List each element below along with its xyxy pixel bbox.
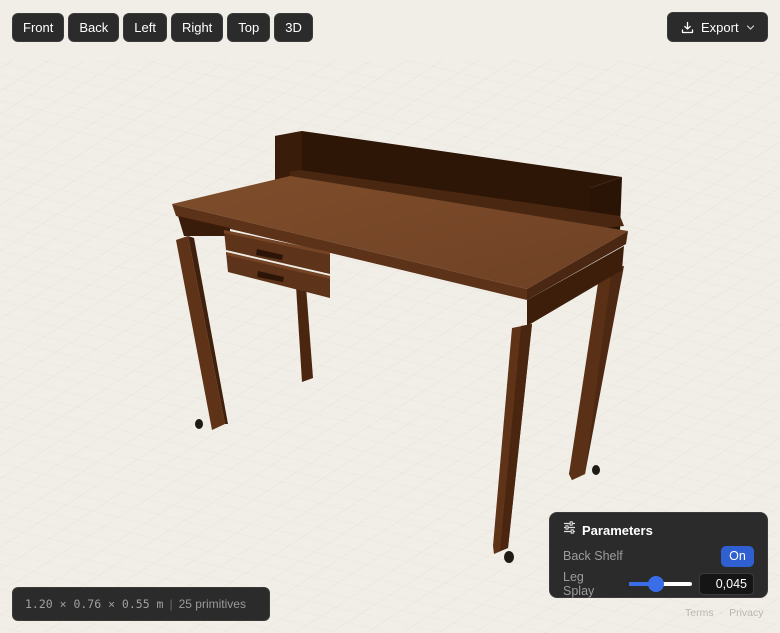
view-front-button[interactable]: Front bbox=[12, 13, 65, 42]
model-dimensions: 1.20 × 0.76 × 0.55 m bbox=[25, 597, 164, 611]
footer-links: Terms · Privacy bbox=[685, 607, 764, 619]
view-right-button[interactable]: Right bbox=[170, 13, 224, 42]
back-shelf-label: Back Shelf bbox=[563, 549, 623, 563]
foot-front-left bbox=[195, 419, 203, 429]
foot-back-right bbox=[592, 465, 600, 475]
view-back-button[interactable]: Back bbox=[68, 13, 120, 42]
parameters-title: Parameters bbox=[582, 522, 653, 538]
footer-separator: · bbox=[719, 607, 724, 619]
status-bar: 1.20 × 0.76 × 0.55 m | 25 primitives bbox=[12, 587, 270, 621]
terms-link[interactable]: Terms bbox=[685, 607, 714, 619]
view-top-button[interactable]: Top bbox=[227, 13, 271, 42]
param-back-shelf: Back Shelf On bbox=[563, 545, 754, 567]
leg-splay-slider-thumb[interactable] bbox=[647, 576, 664, 592]
view-buttons: Front Back Left Right Top 3D bbox=[12, 13, 313, 42]
sliders-icon bbox=[563, 521, 576, 539]
leg-splay-label: Leg Splay bbox=[563, 570, 595, 598]
leg-splay-slider[interactable] bbox=[628, 576, 692, 592]
parameters-header: Parameters bbox=[563, 521, 754, 539]
back-shelf-toggle[interactable]: On bbox=[721, 545, 754, 567]
primitive-count: 25 primitives bbox=[178, 597, 246, 611]
view-left-button[interactable]: Left bbox=[123, 13, 167, 42]
privacy-link[interactable]: Privacy bbox=[729, 607, 763, 619]
export-button[interactable]: Export bbox=[667, 12, 768, 42]
leg-splay-input[interactable]: 0,045 bbox=[698, 573, 754, 595]
param-leg-splay: Leg Splay 0,045 bbox=[563, 570, 754, 598]
download-icon bbox=[681, 21, 694, 34]
parameters-panel: Parameters Back Shelf On Leg Splay 0,045 bbox=[549, 512, 768, 598]
export-label: Export bbox=[701, 19, 739, 35]
foot-front-right bbox=[504, 551, 514, 563]
chevron-down-icon bbox=[746, 23, 755, 32]
status-separator: | bbox=[169, 597, 173, 611]
view-3d-button[interactable]: 3D bbox=[274, 13, 313, 42]
